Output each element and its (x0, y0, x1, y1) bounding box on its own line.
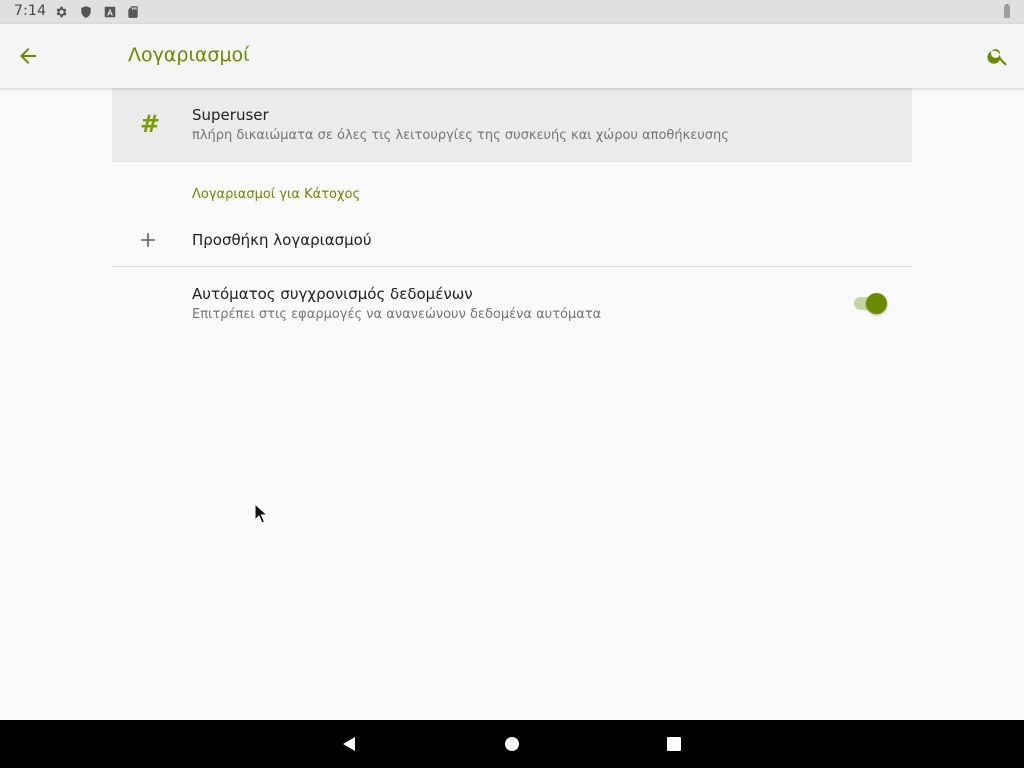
auto-sync-row[interactable]: Αυτόματος συγχρονισμός δεδομένων Επιτρέπ… (112, 267, 912, 337)
toggle-thumb (866, 293, 887, 314)
account-title: Superuser (192, 106, 269, 124)
auto-sync-subtitle: Επιτρέπει στις εφαρμογές να ανανεώνουν δ… (192, 307, 602, 322)
status-bar: 7:14 (0, 0, 1024, 24)
page-title: Λογαριασμοί (128, 44, 250, 66)
account-row-superuser[interactable]: # Superuser πλήρη δικαιώματα σε όλες τις… (112, 88, 912, 162)
add-account-label: Προσθήκη λογαριασμού (192, 231, 372, 249)
auto-sync-title: Αυτόματος συγχρονισμός δεδομένων (192, 285, 473, 303)
a-badge-icon (104, 6, 116, 18)
search-icon[interactable] (986, 44, 1010, 68)
settings-gear-icon (56, 6, 67, 18)
accounts-list: # Superuser πλήρη δικαιώματα σε όλες τις… (112, 88, 912, 322)
arrow-back-icon[interactable] (16, 44, 40, 68)
auto-sync-toggle[interactable] (854, 292, 888, 316)
home-circle-icon[interactable] (502, 734, 522, 754)
add-account-row[interactable]: Προσθήκη λογαριασμού (112, 222, 912, 267)
plus-icon (141, 233, 155, 247)
superuser-hash-icon: # (140, 110, 161, 138)
mouse-cursor-icon (254, 503, 268, 524)
status-time: 7:14 (14, 3, 47, 19)
sd-card-icon (128, 6, 138, 18)
account-subtitle: πλήρη δικαιώματα σε όλες τις λειτουργίες… (192, 128, 729, 143)
back-triangle-icon[interactable] (339, 734, 359, 754)
android-screen: 7:14 Λογαριασμοί # Superuser πλήρη δικαι… (0, 0, 1024, 768)
recents-square-icon[interactable] (664, 734, 684, 754)
battery-icon (1004, 4, 1010, 18)
section-header-owner-accounts: Λογαριασμοί για Κάτοχος (192, 187, 361, 202)
app-bar: Λογαριασμοί (0, 24, 1024, 88)
navigation-bar (0, 720, 1024, 768)
shield-icon (81, 6, 91, 18)
